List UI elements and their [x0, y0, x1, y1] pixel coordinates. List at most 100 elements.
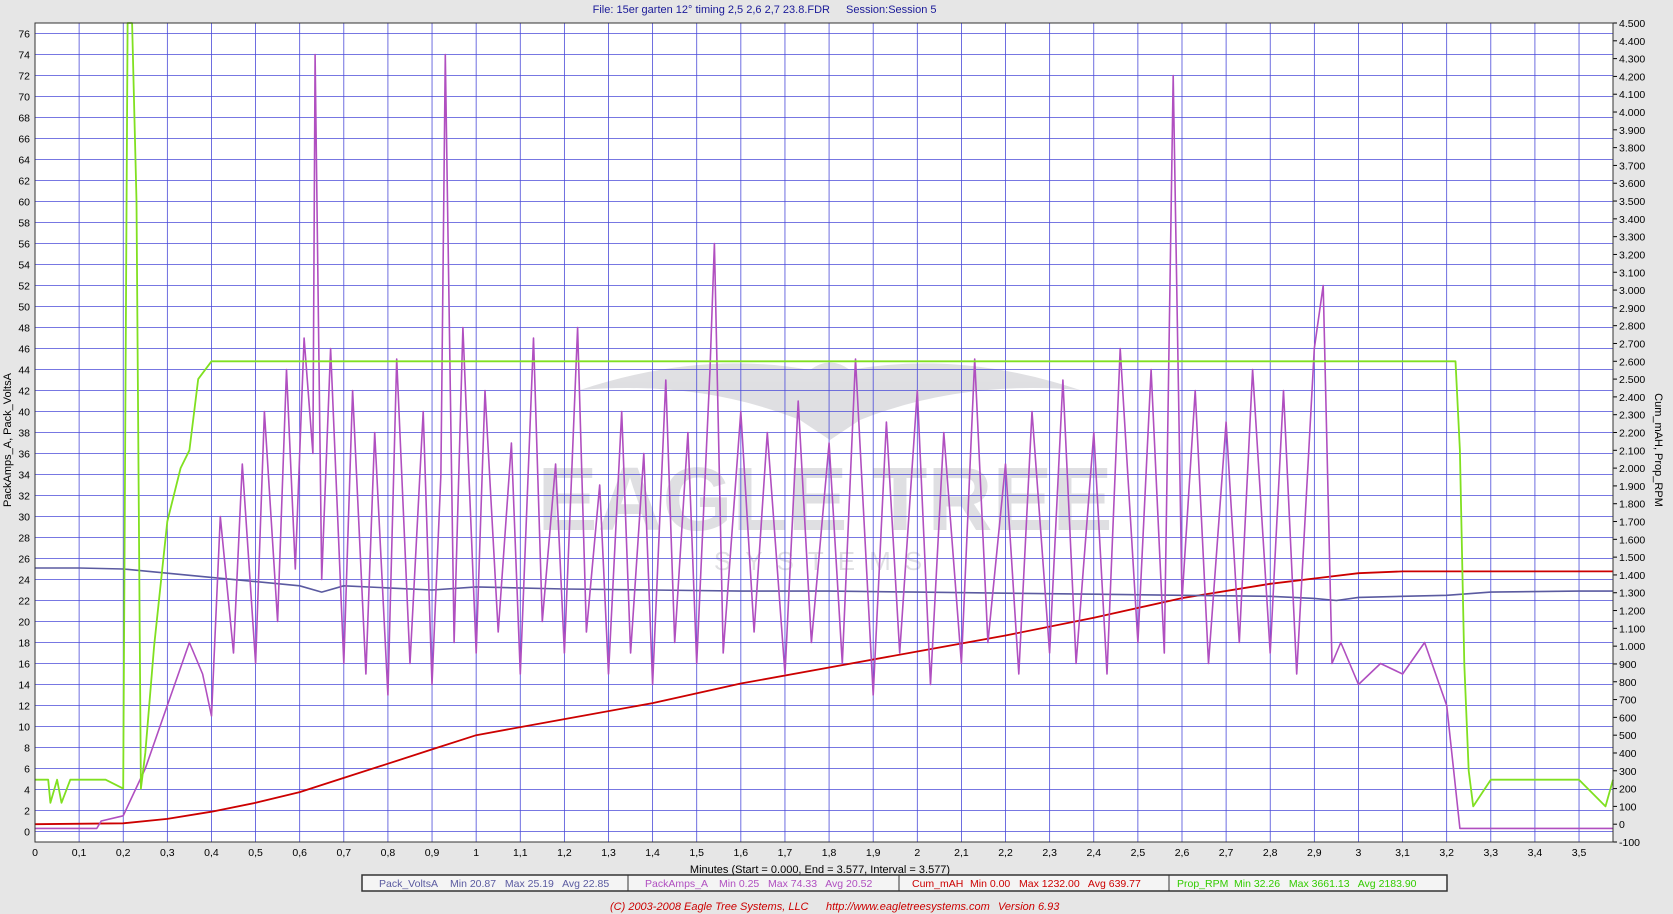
y-right-tick-label: 2.100 [1619, 445, 1645, 457]
x-tick-label: 0,3 [160, 847, 175, 859]
x-tick-label: 2,1 [954, 847, 969, 859]
x-tick-label: 3,2 [1439, 847, 1454, 859]
watermark-subtext: SYSTEMS [714, 546, 936, 576]
y-left-tick-label: 12 [18, 701, 30, 713]
y-right-tick-label: 2.300 [1619, 410, 1645, 422]
x-tick-label: 2,6 [1175, 847, 1190, 859]
x-tick-label: 1,9 [866, 847, 881, 859]
legend-volts-stats: Min 20.87 Max 25.19 Avg 22.85 [450, 878, 609, 890]
y-right-tick-label: 400 [1619, 748, 1637, 760]
y-right-tick-label: 1.900 [1619, 481, 1645, 493]
y-right-tick-label: 4.500 [1619, 18, 1645, 30]
y-left-tick-label: 16 [18, 659, 30, 671]
y-left-tick-label: 60 [18, 197, 30, 209]
y-left-tick-label: 34 [18, 470, 30, 482]
y-right-tick-label: 3.900 [1619, 125, 1645, 137]
x-tick-label: 1,4 [645, 847, 660, 859]
footer-url[interactable]: http://www.eagletreesystems.com [826, 901, 990, 913]
y-left-tick-label: 22 [18, 596, 30, 608]
y-right-tick-label: 2.800 [1619, 321, 1645, 333]
y-right-tick-label: 3.000 [1619, 285, 1645, 297]
x-tick-label: 0 [32, 847, 38, 859]
y-left-tick-label: 8 [24, 743, 30, 755]
x-tick-label: 3,3 [1483, 847, 1498, 859]
y-left-tick-label: 56 [18, 239, 30, 251]
x-axis-label: Minutes (Start = 0.000, End = 3.577, Int… [690, 864, 950, 876]
x-tick-label: 3,1 [1395, 847, 1410, 859]
x-tick-label: 0,7 [337, 847, 352, 859]
y-left-tick-label: 62 [18, 176, 30, 188]
y-left-tick-label: 66 [18, 134, 30, 146]
y-right-tick-label: 4.400 [1619, 36, 1645, 48]
x-tick-label: 0,8 [381, 847, 396, 859]
legend-mah-stats: Min 0.00 Max 1232.00 Avg 639.77 [970, 878, 1141, 890]
y-left-tick-label: 6 [24, 764, 30, 776]
y-left-tick-label: 58 [18, 218, 30, 230]
x-tick-label: 1,8 [822, 847, 837, 859]
y-left-tick-label: 54 [18, 260, 30, 272]
x-tick-label: 1 [473, 847, 479, 859]
y-right-tick-label: 2.700 [1619, 338, 1645, 350]
y-right-tick-label: 600 [1619, 712, 1637, 724]
y-right-tick-label: 2.600 [1619, 356, 1645, 368]
x-tick-label: 0,6 [292, 847, 307, 859]
y-right-tick-label: 1.800 [1619, 499, 1645, 511]
y-left-tick-label: 18 [18, 638, 30, 650]
y-left-tick-label: 52 [18, 281, 30, 293]
y-right-tick-label: 4.100 [1619, 89, 1645, 101]
legend: Pack_VoltsA Min 20.87 Max 25.19 Avg 22.8… [361, 874, 1448, 892]
y-axis-left: 0246810121416182022242628303234363840424… [18, 29, 30, 839]
y-axis-left-label: PackAmps_A, Pack_VoltsA [2, 372, 14, 507]
x-tick-label: 0,4 [204, 847, 219, 859]
y-right-tick-label: 3.500 [1619, 196, 1645, 208]
x-tick-label: 0,5 [248, 847, 263, 859]
x-tick-label: 1,3 [601, 847, 616, 859]
y-right-tick-label: 700 [1619, 695, 1637, 707]
y-left-tick-label: 48 [18, 323, 30, 335]
legend-rpm-name: Prop_RPM [1177, 878, 1228, 890]
y-left-tick-label: 38 [18, 428, 30, 440]
y-right-tick-label: 3.300 [1619, 232, 1645, 244]
y-right-tick-label: 2.000 [1619, 463, 1645, 475]
y-right-tick-label: 2.200 [1619, 428, 1645, 440]
y-right-tick-label: 1.600 [1619, 534, 1645, 546]
footer-version: Version 6.93 [998, 901, 1060, 913]
y-left-tick-label: 32 [18, 491, 30, 503]
y-right-tick-label: 500 [1619, 730, 1637, 742]
x-tick-label: 3,4 [1528, 847, 1543, 859]
y-left-tick-label: 46 [18, 344, 30, 356]
y-left-tick-label: 42 [18, 386, 30, 398]
y-right-tick-label: 1.300 [1619, 588, 1645, 600]
y-right-tick-label: 900 [1619, 659, 1637, 671]
legend-mah-name: Cum_mAH [912, 878, 963, 890]
x-tick-label: 2,9 [1307, 847, 1322, 859]
y-right-tick-label: 3.700 [1619, 160, 1645, 172]
y-right-tick-label: 3.400 [1619, 214, 1645, 226]
y-right-tick-label: 1.400 [1619, 570, 1645, 582]
y-axis-right-label: Cum_mAH, Prop_RPM [1652, 393, 1664, 507]
y-left-tick-label: 2 [24, 806, 30, 818]
x-tick-label: 2,5 [1131, 847, 1146, 859]
y-left-tick-label: 50 [18, 302, 30, 314]
x-tick-label: 2 [914, 847, 920, 859]
y-right-tick-label: 800 [1619, 677, 1637, 689]
y-left-tick-label: 10 [18, 722, 30, 734]
x-tick-label: 2,8 [1263, 847, 1278, 859]
y-left-tick-label: 28 [18, 533, 30, 545]
x-tick-label: 3,5 [1572, 847, 1587, 859]
y-left-tick-label: 14 [18, 680, 30, 692]
y-right-tick-label: 4.200 [1619, 71, 1645, 83]
y-right-tick-label: 3.800 [1619, 143, 1645, 155]
x-tick-label: 1,1 [513, 847, 528, 859]
y-left-tick-label: 24 [18, 575, 30, 587]
footer-copyright: (C) 2003-2008 Eagle Tree Systems, LLC [610, 901, 809, 913]
x-tick-label: 0,2 [116, 847, 131, 859]
x-tick-label: 2,4 [1086, 847, 1101, 859]
x-tick-label: 2,3 [1042, 847, 1057, 859]
x-tick-label: 3 [1356, 847, 1362, 859]
legend-amps-name: PackAmps_A [645, 878, 708, 890]
y-left-tick-label: 72 [18, 71, 30, 83]
y-right-tick-label: 2.500 [1619, 374, 1645, 386]
y-right-tick-label: 4.000 [1619, 107, 1645, 119]
x-tick-label: 1,2 [557, 847, 572, 859]
